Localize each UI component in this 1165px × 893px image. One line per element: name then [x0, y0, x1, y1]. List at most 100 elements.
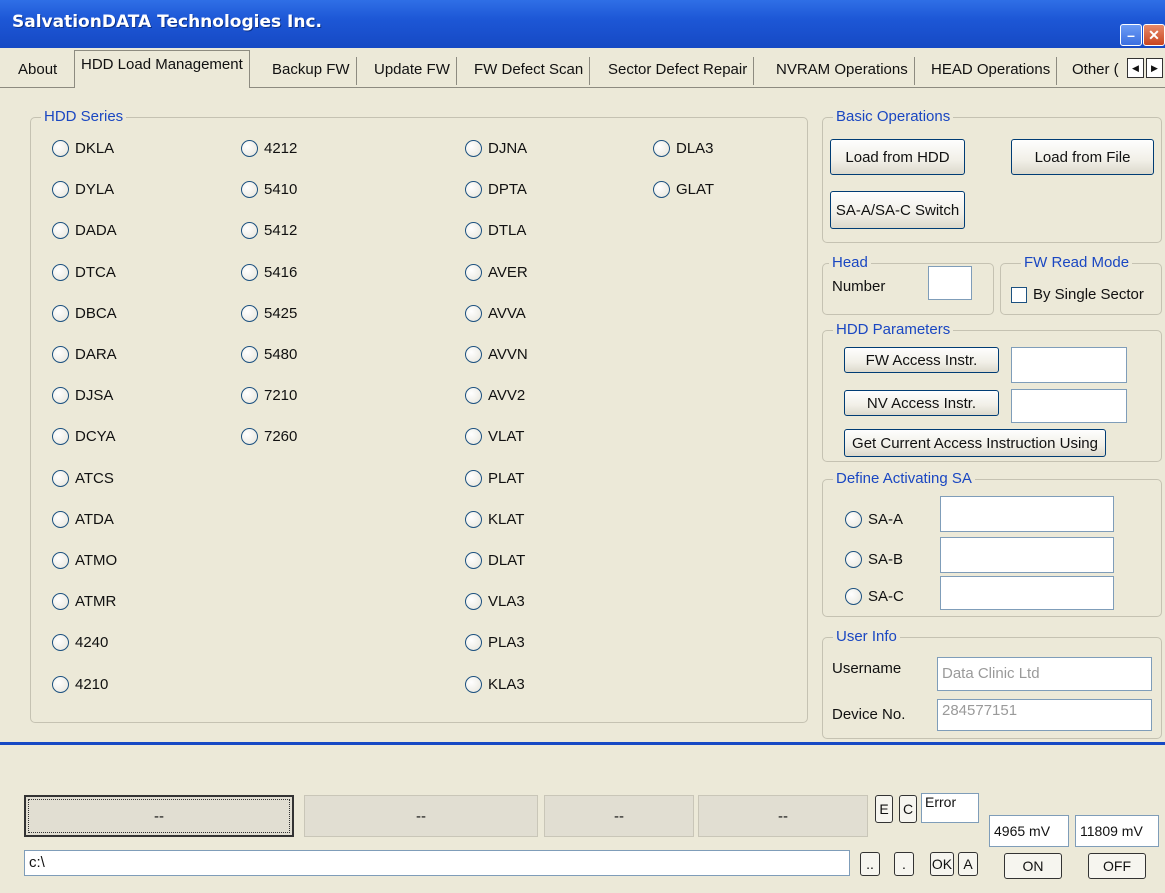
radio-circle-icon — [845, 587, 862, 605]
hdd-series-radio-aver[interactable]: AVER — [465, 261, 528, 283]
load-from-hdd-button[interactable]: Load from HDD — [830, 139, 965, 175]
radio-circle-icon — [845, 550, 862, 568]
tab-hdd-load-management[interactable]: HDD Load Management — [74, 50, 250, 88]
nv-access-instr-field[interactable] — [1011, 389, 1127, 423]
sa-a-radio[interactable]: SA-A — [845, 508, 903, 530]
head-number-field[interactable] — [928, 266, 972, 300]
tab-about[interactable]: About — [12, 57, 63, 85]
dot-button[interactable]: . — [894, 852, 914, 876]
tab-other[interactable]: Other ( — [1066, 57, 1125, 85]
hdd-series-radio-atcs[interactable]: ATCS — [52, 467, 114, 489]
hdd-series-radio-5480[interactable]: 5480 — [241, 343, 297, 365]
hdd-series-radio-4240[interactable]: 4240 — [52, 631, 108, 653]
hdd-series-radio-dla3[interactable]: DLA3 — [653, 137, 714, 159]
by-single-sector-checkbox[interactable] — [1011, 287, 1027, 303]
hdd-series-radio-kla3[interactable]: KLA3 — [465, 673, 525, 695]
fw-access-instr-button[interactable]: FW Access Instr. — [844, 347, 999, 373]
hdd-series-radio-5410[interactable]: 5410 — [241, 178, 297, 200]
hdd-series-radio-plat[interactable]: PLAT — [465, 467, 524, 489]
hdd-series-radio-4210[interactable]: 4210 — [52, 673, 108, 695]
hdd-series-radio-dlat[interactable]: DLAT — [465, 549, 525, 571]
get-current-access-button[interactable]: Get Current Access Instruction Using — [844, 429, 1106, 457]
hdd-series-radio-5416[interactable]: 5416 — [241, 261, 297, 283]
browse-button[interactable]: .. — [860, 852, 880, 876]
hdd-series-label: 5480 — [264, 345, 298, 363]
hdd-series-radio-7260[interactable]: 7260 — [241, 425, 297, 447]
power-on-button[interactable]: ON — [1004, 853, 1062, 879]
hdd-series-radio-dpta[interactable]: DPTA — [465, 178, 527, 200]
hdd-series-radio-avvn[interactable]: AVVN — [465, 343, 528, 365]
hdd-series-radio-djsa[interactable]: DJSA — [52, 384, 113, 406]
radio-circle-icon — [52, 592, 69, 610]
tab-scroll-left-button[interactable]: ◀ — [1127, 58, 1144, 78]
hdd-series-radio-vlat[interactable]: VLAT — [465, 425, 524, 447]
hdd-series-radio-dara[interactable]: DARA — [52, 343, 117, 365]
close-button[interactable]: ✕ — [1143, 24, 1165, 46]
hdd-series-label: DTLA — [488, 221, 527, 239]
hdd-series-radio-glat[interactable]: GLAT — [653, 178, 714, 200]
hdd-series-label: 4210 — [75, 675, 109, 693]
radio-circle-icon — [465, 510, 482, 528]
radio-circle-icon — [465, 675, 482, 693]
sa-b-field[interactable] — [940, 537, 1114, 573]
tab-nvram-operations[interactable]: NVRAM Operations — [770, 57, 915, 85]
path-field[interactable]: c:\ — [24, 850, 850, 876]
hdd-series-radio-dada[interactable]: DADA — [52, 219, 117, 241]
head-number-label: Number — [832, 278, 886, 295]
hdd-series-radio-atmo[interactable]: ATMO — [52, 549, 117, 571]
minimize-button[interactable]: – — [1120, 24, 1142, 46]
sa-c-radio[interactable]: SA-C — [845, 585, 904, 607]
a-button[interactable]: A — [958, 852, 978, 876]
hdd-series-radio-avv2[interactable]: AVV2 — [465, 384, 525, 406]
device-no-field[interactable]: 284577151 — [937, 699, 1152, 731]
progress-button-2[interactable]: -- — [304, 795, 538, 837]
hdd-series-radio-dyla[interactable]: DYLA — [52, 178, 114, 200]
hdd-series-radio-5425[interactable]: 5425 — [241, 302, 297, 324]
power-off-button[interactable]: OFF — [1088, 853, 1146, 879]
hdd-series-label: 7210 — [264, 386, 298, 404]
sa-b-radio[interactable]: SA-B — [845, 548, 903, 570]
sa-a-field[interactable] — [940, 496, 1114, 532]
nv-access-instr-button[interactable]: NV Access Instr. — [844, 390, 999, 416]
radio-circle-icon — [52, 633, 69, 651]
hdd-series-radio-dbca[interactable]: DBCA — [52, 302, 117, 324]
by-single-sector-label: By Single Sector — [1033, 286, 1144, 303]
radio-circle-icon — [653, 139, 670, 157]
tab-backup-fw[interactable]: Backup FW — [266, 57, 357, 85]
hdd-series-radio-atmr[interactable]: ATMR — [52, 590, 116, 612]
hdd-series-radio-pla3[interactable]: PLA3 — [465, 631, 525, 653]
hdd-series-radio-atda[interactable]: ATDA — [52, 508, 114, 530]
e-button[interactable]: E — [875, 795, 893, 823]
hdd-series-radio-7210[interactable]: 7210 — [241, 384, 297, 406]
radio-circle-icon — [52, 345, 69, 363]
sa-b-label: SA-B — [868, 550, 904, 568]
username-field[interactable]: Data Clinic Ltd — [937, 657, 1152, 691]
tab-scroll-right-button[interactable]: ▶ — [1146, 58, 1163, 78]
progress-button-4[interactable]: -- — [698, 795, 868, 837]
fw-access-instr-field[interactable] — [1011, 347, 1127, 383]
hdd-series-radio-dtca[interactable]: DTCA — [52, 261, 116, 283]
progress-button-3[interactable]: -- — [544, 795, 694, 837]
c-button[interactable]: C — [899, 795, 917, 823]
sa-switch-button[interactable]: SA-A/SA-C Switch — [830, 191, 965, 229]
hdd-series-radio-5412[interactable]: 5412 — [241, 219, 297, 241]
load-from-file-button[interactable]: Load from File — [1011, 139, 1154, 175]
tab-fw-defect-scan[interactable]: FW Defect Scan — [468, 57, 591, 85]
tab-update-fw[interactable]: Update FW — [368, 57, 457, 85]
ok-button[interactable]: OK — [930, 852, 954, 876]
hdd-series-radio-dcya[interactable]: DCYA — [52, 425, 116, 447]
tab-sector-defect-repair[interactable]: Sector Defect Repair — [602, 57, 755, 85]
hdd-series-radio-dtla[interactable]: DTLA — [465, 219, 526, 241]
sa-c-field[interactable] — [940, 576, 1114, 610]
hdd-series-radio-dkla[interactable]: DKLA — [52, 137, 114, 159]
hdd-series-radio-djna[interactable]: DJNA — [465, 137, 527, 159]
minimize-icon: – — [1127, 27, 1135, 43]
hdd-series-radio-avva[interactable]: AVVA — [465, 302, 526, 324]
tab-head-operations[interactable]: HEAD Operations — [925, 57, 1058, 85]
voltage-5v-field: 4965 mV — [989, 815, 1069, 847]
radio-circle-icon — [465, 386, 482, 404]
hdd-series-radio-vla3[interactable]: VLA3 — [465, 590, 525, 612]
hdd-series-radio-4212[interactable]: 4212 — [241, 137, 297, 159]
progress-button-1[interactable]: -- — [24, 795, 294, 837]
hdd-series-radio-klat[interactable]: KLAT — [465, 508, 524, 530]
